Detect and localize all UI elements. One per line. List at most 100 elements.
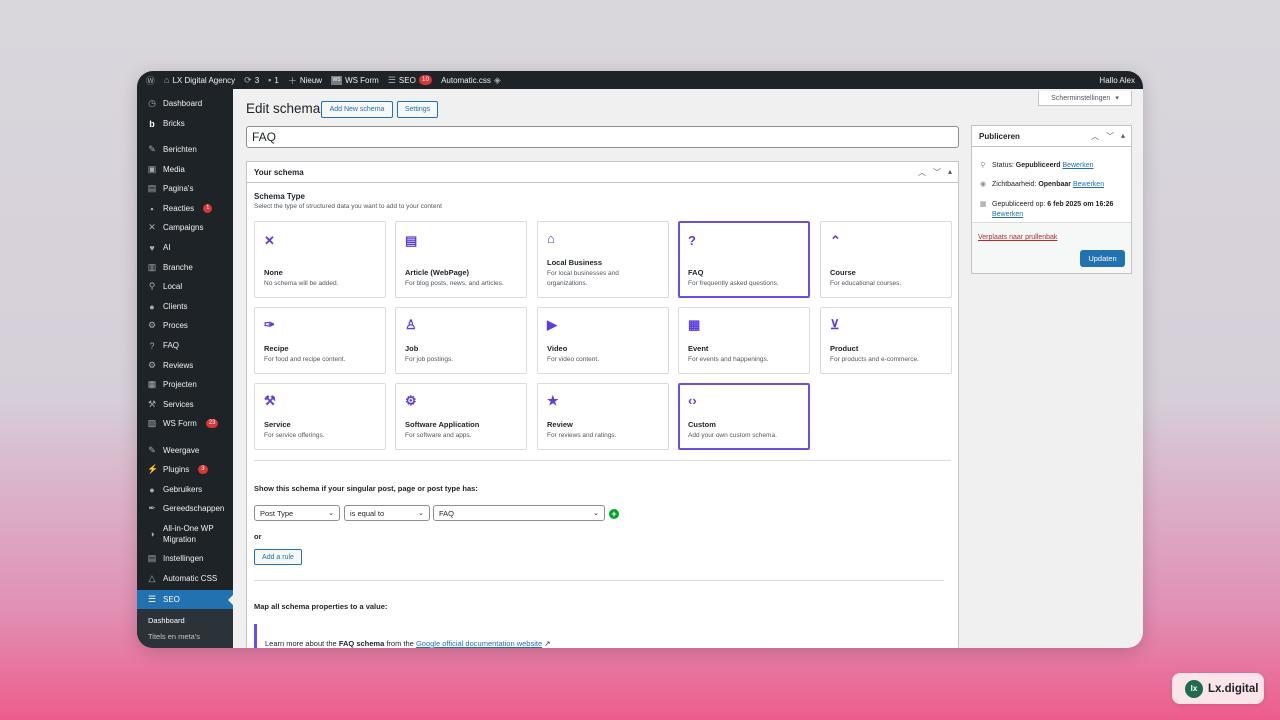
question-icon: ? bbox=[688, 233, 696, 248]
sidebar-item-local[interactable]: ⚲ Local bbox=[137, 281, 233, 292]
sidebar-item-clients[interactable]: ● Clients bbox=[137, 301, 233, 312]
updates-link[interactable]: ⟳ 3 bbox=[244, 75, 259, 86]
map-properties-heading: Map all schema properties to a value: bbox=[254, 602, 388, 611]
edit-status-link[interactable]: Bewerken bbox=[1062, 162, 1093, 169]
schema-card-service[interactable]: ⚒ Service For service offerings. bbox=[254, 383, 386, 450]
move-up-icon[interactable]: ︿ bbox=[1091, 131, 1099, 142]
wordpress-logo[interactable]: Ⓦ bbox=[146, 74, 155, 87]
seo-link[interactable]: ☰ SEO 10 bbox=[388, 75, 433, 86]
comments-badge: 1 bbox=[203, 204, 213, 213]
star-icon: ★ bbox=[547, 393, 559, 408]
move-down-icon[interactable]: ﹀ bbox=[1106, 131, 1114, 142]
schema-card-review[interactable]: ★ Review For reviews and ratings. bbox=[537, 383, 669, 450]
seo-submenu: Dashboard Titels en meta's bbox=[137, 609, 233, 648]
schema-card-video[interactable]: ▶ Video For video content. bbox=[537, 307, 669, 374]
gear-icon: ⚙ bbox=[147, 360, 157, 370]
wsform-icon: WS bbox=[331, 75, 343, 85]
chevron-down-icon: ⌄ bbox=[418, 510, 424, 517]
sidebar-item-migration[interactable]: ◑ All-in-One WP Migration bbox=[137, 523, 233, 545]
publish-date-row: ▦ Gepubliceerd op: 6 feb 2025 om 16:26 B… bbox=[979, 201, 1114, 218]
sidebar-item-media[interactable]: ▣ Media bbox=[137, 164, 233, 175]
new-content-link[interactable]: ＋ Nieuw bbox=[288, 74, 322, 87]
comment-icon: ▪ bbox=[268, 75, 272, 85]
sidebar-item-dashboard[interactable]: ◷ Dashboard bbox=[137, 98, 233, 109]
google-docs-link[interactable]: Google official documentation website bbox=[416, 639, 542, 648]
sidebar-item-gebruikers[interactable]: ● Gebruikers bbox=[137, 484, 233, 495]
schema-card-custom[interactable]: ‹› Custom Add your own custom schema. bbox=[678, 383, 810, 450]
schema-card-faq[interactable]: ? FAQ For frequently asked questions. bbox=[678, 221, 810, 298]
sidebar-item-seo[interactable]: ☰ SEO bbox=[137, 590, 233, 609]
or-label: or bbox=[254, 532, 262, 541]
schema-card-recipe[interactable]: ✑ Recipe For food and recipe content. bbox=[254, 307, 386, 374]
section-divider bbox=[254, 580, 944, 581]
wsform-link[interactable]: WS WS Form bbox=[331, 75, 379, 85]
pin-icon: ✎ bbox=[148, 144, 156, 154]
submenu-item-dashboard[interactable]: Dashboard bbox=[148, 616, 185, 625]
site-name-link[interactable]: ⌂ LX Digital Agency bbox=[164, 75, 235, 85]
edit-visibility-link[interactable]: Bewerken bbox=[1073, 181, 1104, 188]
rule-field-select[interactable]: Post Type ⌄ bbox=[254, 505, 340, 521]
schema-card-software[interactable]: ⚙ Software Application For software and … bbox=[395, 383, 527, 450]
admin-sidebar: ◷ Dashboard b Bricks ✎ Berichten ▣ Media ▤ Pa… bbox=[137, 89, 233, 648]
sidebar-item-bricks[interactable]: b Bricks bbox=[137, 118, 233, 129]
move-to-trash-link[interactable]: Verplaats naar prullenbak bbox=[978, 234, 1057, 241]
calendar-icon: ▦ bbox=[688, 317, 701, 332]
gear-icon: ⚙ bbox=[405, 393, 417, 408]
comments-icon: ▪ bbox=[150, 203, 154, 214]
sidebar-item-paginas[interactable]: ▤ Pagina's bbox=[137, 183, 233, 194]
schema-card-event[interactable]: ▦ Event For events and happenings. bbox=[678, 307, 810, 374]
schema-card-job[interactable]: ♙ Job For job postings. bbox=[395, 307, 527, 374]
screen-options-button[interactable]: Scherminstellingen ▾ bbox=[1038, 91, 1132, 106]
edit-date-link[interactable]: Bewerken bbox=[992, 211, 1023, 218]
automatic-css-link[interactable]: Automatic.css ◈ bbox=[441, 75, 501, 86]
comments-link[interactable]: ▪ 1 bbox=[268, 75, 279, 85]
schema-card-none[interactable]: ✕ None No schema will be added. bbox=[254, 221, 386, 298]
move-down-icon[interactable]: ﹀ bbox=[933, 167, 941, 178]
settings-button[interactable]: Settings bbox=[397, 101, 438, 118]
add-rule-button[interactable]: Add a rule bbox=[254, 549, 302, 565]
rule-operator-select[interactable]: is equal to ⌄ bbox=[344, 505, 430, 521]
add-new-schema-button[interactable]: Add New schema bbox=[321, 101, 393, 118]
users-icon: ● bbox=[149, 484, 155, 495]
sidebar-item-weergave[interactable]: ✎ Weergave bbox=[137, 445, 233, 456]
sidebar-item-services[interactable]: ⚒ Services bbox=[137, 399, 233, 410]
sidebar-item-proces[interactable]: ⚙ Proces bbox=[137, 320, 233, 331]
sidebar-item-faq[interactable]: ? FAQ bbox=[137, 340, 233, 351]
sidebar-item-wsform[interactable]: ▧ WS Form 23 bbox=[137, 418, 233, 429]
schema-card-article[interactable]: ▤ Article (WebPage) For blog posts, news… bbox=[395, 221, 527, 298]
sidebar-item-plugins[interactable]: ⚡ Plugins 3 bbox=[137, 464, 233, 475]
chevron-down-icon: ⌄ bbox=[328, 510, 334, 517]
toggle-panel-icon[interactable]: ▴ bbox=[1121, 131, 1125, 142]
sidebar-item-berichten[interactable]: ✎ Berichten bbox=[137, 144, 233, 155]
schema-card-local-business[interactable]: ⌂ Local Business For local businesses an… bbox=[537, 221, 669, 298]
acss-icon: △ bbox=[148, 573, 156, 583]
post-title-input[interactable]: FAQ bbox=[246, 126, 959, 148]
rule-value-select[interactable]: FAQ ⌄ bbox=[433, 505, 605, 521]
sidebar-item-campaigns[interactable]: ✕ Campaigns bbox=[137, 222, 233, 233]
document-icon: ▤ bbox=[405, 233, 418, 248]
sidebar-item-branche[interactable]: ▥ Branche bbox=[137, 262, 233, 273]
gear-icon: ⚙ bbox=[147, 320, 157, 330]
documentation-notice: Learn more about the FAQ schema from the… bbox=[254, 624, 951, 648]
sidebar-item-ai[interactable]: ♥ AI bbox=[137, 242, 233, 253]
migration-icon: ◑ bbox=[149, 529, 155, 539]
update-button[interactable]: Updaten bbox=[1080, 250, 1125, 267]
sidebar-item-instellingen[interactable]: ▤ Instellingen bbox=[137, 553, 233, 564]
add-condition-icon[interactable]: + bbox=[609, 509, 619, 519]
sidebar-item-projecten[interactable]: ▦ Projecten bbox=[137, 379, 233, 390]
graduation-cap-icon: ⌃ bbox=[830, 233, 841, 248]
submenu-item-titles[interactable]: Titels en meta's bbox=[148, 632, 200, 641]
schema-card-course[interactable]: ⌃ Course For educational courses. bbox=[820, 221, 952, 298]
sidebar-item-reviews[interactable]: ⚙ Reviews bbox=[137, 360, 233, 371]
hammer-icon: ⚒ bbox=[264, 393, 276, 408]
home-icon: ⌂ bbox=[164, 75, 170, 85]
account-link[interactable]: Hallo Alex bbox=[1099, 71, 1135, 89]
sidebar-item-gereedschappen[interactable]: ✒ Gereedschappen bbox=[137, 503, 233, 514]
dashboard-icon: ◷ bbox=[148, 98, 156, 108]
toggle-panel-icon[interactable]: ▴ bbox=[948, 167, 952, 178]
move-up-icon[interactable]: ︿ bbox=[918, 167, 926, 178]
publish-actions: Verplaats naar prullenbak Updaten bbox=[972, 222, 1131, 273]
schema-card-product[interactable]: ⊻ Product For products and e-commerce. bbox=[820, 307, 952, 374]
sidebar-item-automatic-css[interactable]: △ Automatic CSS bbox=[137, 573, 233, 584]
sidebar-item-reacties[interactable]: ▪ Reacties 1 bbox=[137, 203, 233, 214]
